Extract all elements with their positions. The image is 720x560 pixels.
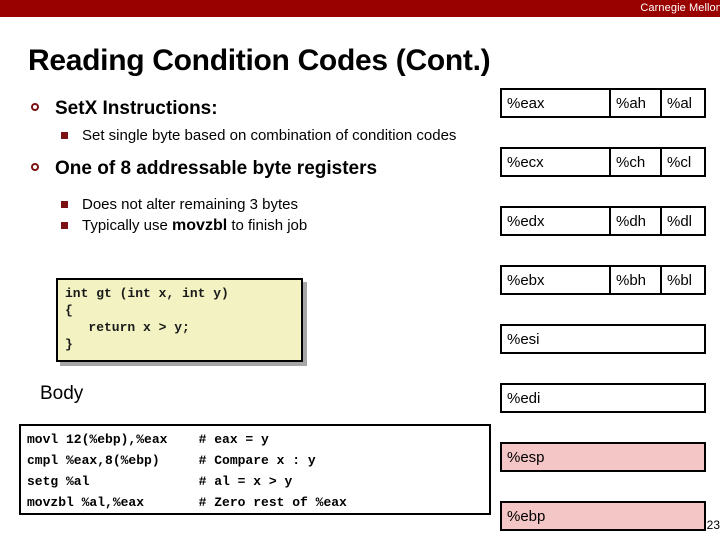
top-banner: Carnegie Mellon — [0, 0, 720, 17]
body-label: Body — [40, 383, 84, 404]
register-cell-cl: %cl — [660, 149, 704, 175]
bullet-level1-registers-label: One of 8 addressable byte registers — [55, 158, 378, 179]
register-cell-ebx: %ebx — [507, 271, 545, 289]
register-row-ebx: %ebx %bh %bl — [500, 265, 706, 295]
register-row-esp: %esp — [500, 442, 706, 472]
register-row-edx: %edx %dh %dl — [500, 206, 706, 236]
bullet-level1-setx-label: SetX Instructions: — [55, 98, 218, 119]
assembly-code-box: movl 12(%ebp),%eax # eax = y cmpl %eax,8… — [19, 424, 491, 515]
register-cell-eax: %eax — [507, 94, 545, 112]
page-number: 23 — [706, 518, 720, 532]
c-code-text: int gt (int x, int y) { return x > y; } — [65, 286, 229, 352]
bullet-list: SetX Instructions: Set single byte based… — [28, 96, 488, 236]
register-cell-ebp: %ebp — [507, 507, 546, 525]
register-cell-ch: %ch — [609, 149, 660, 175]
bullet-level2-setbyte: Set single byte based on combination of … — [28, 125, 488, 146]
bullet-level2-movzbl-suffix: to finish job — [227, 217, 308, 234]
register-cell-edx: %edx — [507, 212, 545, 230]
circle-bullet-icon — [31, 103, 39, 111]
register-cell-bh: %bh — [609, 267, 660, 293]
c-code-box: int gt (int x, int y) { return x > y; } — [56, 278, 303, 362]
register-cell-ah: %ah — [609, 90, 660, 116]
register-row-edi: %edi — [500, 383, 706, 413]
register-cell-esi: %esi — [507, 330, 540, 348]
bullet-level2-setbyte-label: Set single byte based on combination of … — [82, 127, 457, 144]
page-title: Reading Condition Codes (Cont.) — [28, 44, 491, 77]
register-table: %eax %ah %al %ecx %ch %cl %edx %dh %dl %… — [500, 88, 706, 560]
register-cell-bl: %bl — [660, 267, 704, 293]
banner-title: Carnegie Mellon — [640, 2, 720, 14]
bullet-level2-movzbl-prefix: Typically use — [82, 217, 173, 234]
register-row-esi: %esi — [500, 324, 706, 354]
bullet-level1-registers: One of 8 addressable byte registers — [28, 156, 488, 181]
register-row-ebp: %ebp — [500, 501, 706, 531]
register-row-ecx: %ecx %ch %cl — [500, 147, 706, 177]
register-row-eax: %eax %ah %al — [500, 88, 706, 118]
register-cell-edi: %edi — [507, 389, 541, 407]
bullet-level1-setx: SetX Instructions: — [28, 96, 488, 121]
register-cell-dl: %dl — [660, 208, 704, 234]
assembly-code-text: movl 12(%ebp),%eax # eax = y cmpl %eax,8… — [27, 432, 347, 510]
bullet-level2-movzbl: Typically use movzbl to finish job — [28, 215, 488, 236]
register-cell-esp: %esp — [507, 448, 545, 466]
register-cell-dh: %dh — [609, 208, 660, 234]
bullet-level2-movzbl-code: movzbl — [172, 217, 228, 234]
bullet-level2-noalter-label: Does not alter remaining 3 bytes — [82, 196, 298, 213]
register-cell-al: %al — [660, 90, 704, 116]
c-code-box-wrapper: int gt (int x, int y) { return x > y; } — [56, 278, 303, 362]
register-cell-ecx: %ecx — [507, 153, 544, 171]
bullet-level2-noalter: Does not alter remaining 3 bytes — [28, 194, 488, 215]
circle-bullet-icon — [31, 163, 39, 171]
square-bullet-icon — [61, 132, 68, 139]
square-bullet-icon — [61, 222, 68, 229]
square-bullet-icon — [61, 201, 68, 208]
